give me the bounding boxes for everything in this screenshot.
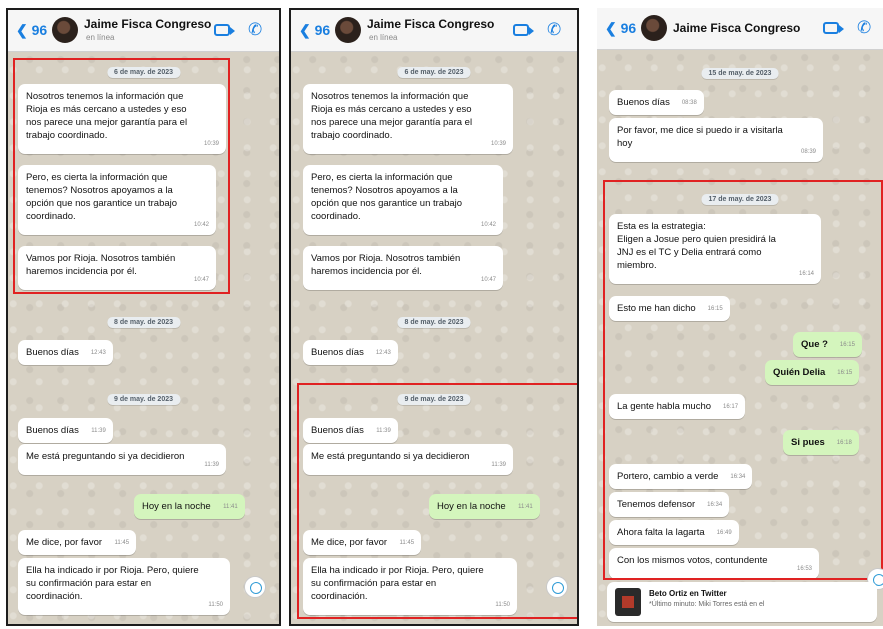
preview-text: *Último minuto: Miki Torres está en el (649, 601, 765, 608)
message-incoming: Me dice, por favor 11:45 (18, 530, 137, 555)
date-separator: 8 de may. de 2023 (397, 317, 471, 328)
contact-name[interactable]: Jaime Fisca Congreso (84, 17, 211, 31)
message-incoming: Me está preguntando si ya decidieron 11:… (18, 444, 226, 475)
message-incoming: Buenos días 12:43 (18, 340, 113, 365)
contact-name[interactable]: Jaime Fisca Congreso (673, 21, 800, 35)
message-time: 12:43 (90, 350, 106, 356)
back-button[interactable]: ❮ 96 (299, 22, 330, 39)
message-incoming: Buenos días 08:38 (609, 90, 704, 115)
message-time: 11:39 (204, 462, 219, 468)
message-text: Pero, es cierta la información que tenem… (311, 172, 463, 222)
message-text: Por favor, me dice si puedo ir a visitar… (617, 125, 783, 149)
message-incoming: Nosotros tenemos la información que Rioj… (303, 84, 513, 154)
message-text: Hoy en la noche (142, 501, 211, 512)
message-incoming: Por favor, me dice si puedo ir a visitar… (609, 118, 823, 162)
date-separator: 6 de may. de 2023 (397, 67, 471, 78)
message-text: Buenos días (311, 347, 364, 358)
date-separator: 8 de may. de 2023 (106, 317, 181, 328)
contact-status: en línea (86, 33, 115, 42)
date-separator: 15 de may. de 2023 (701, 68, 779, 79)
back-count: 96 (620, 20, 637, 36)
back-button[interactable]: ❮ 96 (605, 20, 636, 37)
contact-avatar[interactable] (641, 15, 667, 41)
message-text: Me dice, por favor (26, 537, 103, 548)
message-text: Me está preguntando si ya decidieron (26, 451, 185, 462)
message-text: Buenos días (26, 347, 79, 358)
phone-icon[interactable]: ✆ (547, 20, 561, 40)
message-time: 10:47 (480, 277, 496, 283)
chat-panel-3: ❮ 96 Jaime Fisca Congreso ✆ 15 de may. d… (597, 8, 883, 626)
contact-avatar[interactable] (52, 17, 78, 43)
chat-panel-2: ❮ 96 Jaime Fisca Congreso en línea ✆ 6 d… (289, 8, 579, 626)
message-time: 11:45 (114, 540, 130, 546)
message-outgoing: Hoy en la noche 11:41 (134, 494, 245, 519)
back-count: 96 (314, 22, 331, 38)
preview-title: Beto Ortiz en Twitter (649, 589, 727, 598)
message-incoming: Vamos por Rioja. Nosotros también haremo… (303, 246, 503, 290)
message-incoming: Pero, es cierta la información que tenem… (303, 165, 503, 235)
chat-panel-1: ❮ 96 Jaime Fisca Congreso en línea ✆ 6 d… (6, 8, 281, 626)
message-time: 11:50 (208, 602, 223, 608)
date-separator: 9 de may. de 2023 (106, 394, 181, 405)
contact-avatar[interactable] (335, 17, 361, 43)
video-call-icon[interactable] (513, 24, 534, 36)
message-text: Buenos días (26, 425, 79, 436)
message-time: 08:39 (800, 149, 816, 155)
message-text: Buenos días (617, 97, 670, 108)
message-text: Nosotros tenemos la información que Rioj… (311, 91, 473, 141)
link-preview-card[interactable]: Beto Ortiz en Twitter *Último minuto: Mi… (607, 582, 877, 622)
message-time: 08:38 (681, 100, 697, 106)
message-incoming: Ella ha indicado ir por Rioja. Pero, qui… (18, 558, 230, 615)
highlight-box (603, 180, 883, 580)
highlight-box (13, 58, 230, 294)
message-incoming: Buenos días 12:43 (303, 340, 398, 365)
message-incoming: Buenos días 11:39 (18, 418, 113, 443)
back-button[interactable]: ❮ 96 (16, 22, 47, 39)
video-call-icon[interactable] (214, 24, 235, 36)
message-time: 12:43 (375, 350, 391, 356)
message-time: 11:41 (223, 504, 238, 510)
message-text: Ella ha indicado ir por Rioja. Pero, qui… (26, 565, 199, 602)
message-time: 10:42 (480, 222, 496, 228)
screenshot-collage: ❮ 96 Jaime Fisca Congreso en línea ✆ 6 d… (0, 0, 883, 629)
highlight-box (297, 383, 577, 619)
chat-header: ❮ 96 Jaime Fisca Congreso en línea ✆ (8, 10, 279, 52)
scroll-down-icon[interactable] (244, 576, 266, 598)
preview-thumbnail (615, 588, 641, 616)
message-time: 11:39 (91, 428, 106, 434)
message-text: Vamos por Rioja. Nosotros también haremo… (311, 253, 461, 277)
phone-icon[interactable]: ✆ (248, 20, 262, 40)
phone-icon[interactable]: ✆ (857, 18, 871, 38)
video-call-icon[interactable] (823, 22, 844, 34)
contact-status: en línea (369, 33, 398, 42)
back-count: 96 (31, 22, 48, 38)
chat-header: ❮ 96 Jaime Fisca Congreso en línea ✆ (291, 10, 577, 52)
contact-name[interactable]: Jaime Fisca Congreso (367, 17, 494, 31)
chat-header: ❮ 96 Jaime Fisca Congreso ✆ (597, 8, 883, 50)
message-time: 10:39 (490, 141, 506, 147)
